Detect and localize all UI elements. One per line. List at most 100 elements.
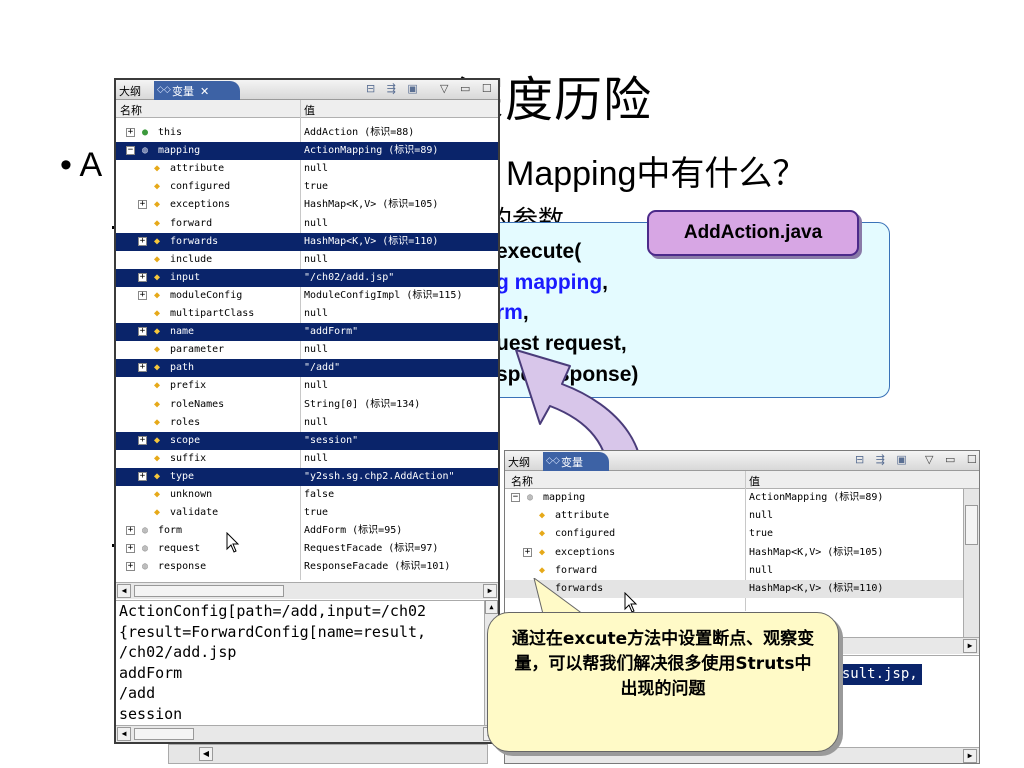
tab-outline[interactable]: 大纲 [119,83,141,99]
scroll-thumb[interactable] [134,585,284,597]
scroll-up-arrow-icon[interactable]: ▲ [485,600,498,614]
vertical-scrollbar[interactable] [963,489,979,641]
back-panel-scrollbar[interactable]: ◀ [168,744,488,764]
tree-row-forward[interactable]: ◆ forward null [116,215,498,233]
tab-variables[interactable]: ◇◇ 变量 ✕ [154,81,240,100]
scroll-left-arrow-icon[interactable]: ◀ [199,747,213,761]
table-header: 名称 值 [116,100,498,118]
tree-row-moduleConfig[interactable]: + ◆ moduleConfig ModuleConfigImpl (标识=115) [116,287,498,305]
field-icon: ◆ [154,308,161,319]
tree-row-value: ModuleConfigImpl (标识=115) [304,289,463,301]
col-name-header[interactable]: 名称 [511,473,533,489]
scroll-right-arrow-icon[interactable]: ▶ [483,584,497,598]
tree-row-include[interactable]: ◆ include null [116,251,498,269]
tree-row-name: this [158,127,183,138]
field-icon: ◆ [154,163,161,175]
tree-row-input[interactable]: + ◆ input "/ch02/add.jsp" [116,268,498,287]
tree-row-response[interactable]: + ◍ response ResponseFacade (标识=101) [116,558,498,576]
toolbar-icons[interactable]: ⊟ ⇶ ▣ [855,453,911,466]
tree-row-name: moduleConfig [170,289,243,301]
tree-row-request[interactable]: + ◍ request RequestFacade (标识=97) [116,540,498,558]
detail-pane-main[interactable]: ActionConfig[path=/add,input=/ch02 {resu… [116,600,498,725]
detail-horizontal-scrollbar[interactable]: ◀ ▶ [116,725,498,742]
tree-row-attribute[interactable]: ◆ attribute null [116,160,498,178]
tree-row-configured[interactable]: ◆ configured true [116,178,498,196]
tree-row-this[interactable]: + ● this AddAction (标识=88) [116,124,498,142]
tree-row-validate[interactable]: ◆ validate true [116,504,498,522]
toolbar-icons[interactable]: ⊟ ⇶ ▣ [366,82,422,95]
tree-row-path[interactable]: + ◆ path "/add" [116,359,498,378]
expand-icon[interactable]: + [138,363,147,373]
variable-icon: ◍ [142,543,149,555]
tree-row-unknown[interactable]: ◆ unknown false [116,486,498,504]
tree-row-value: AddAction (标识=88) [304,127,415,138]
expand-icon[interactable]: + [138,236,147,246]
expand-icon[interactable]: + [523,547,532,557]
tree-row-scope[interactable]: + ◆ scope "session" [116,431,498,450]
expand-icon[interactable]: + [138,471,147,481]
tree-row-name: input [170,271,201,283]
tab-variables[interactable]: ◇◇ 变量 [543,452,609,471]
expand-icon[interactable]: + [126,562,135,572]
expand-icon[interactable]: + [138,290,147,300]
tree-row-value: HashMap<K,V> (标识=110) [304,235,439,247]
collapse-icon[interactable]: − [126,146,135,156]
callout-bubble: 通过在excute方法中设置断点、观察变量，可以帮我们解决很多使用Struts中… [487,612,839,752]
tree-row-value: null [304,344,329,356]
tree-row-configured[interactable]: ◆ configured true [505,525,963,543]
field-icon: ◆ [154,271,161,283]
scroll-right-arrow-icon[interactable]: ▶ [963,749,977,763]
expand-icon[interactable]: + [126,128,135,137]
field-icon: ◆ [154,489,161,500]
tree-row-mapping[interactable]: − ◍ mapping ActionMapping (标识=89) [116,142,498,161]
col-value-header[interactable]: 值 [749,473,760,489]
tab-close-icon[interactable]: ✕ [200,85,209,98]
scroll-thumb[interactable] [134,728,194,740]
tree-row-forwards[interactable]: + ◆ forwards HashMap<K,V> (标识=110) [116,232,498,251]
tab-outline[interactable]: 大纲 [508,454,530,470]
field-icon: ◆ [154,452,161,464]
tree-row-attribute[interactable]: ◆ attribute null [505,507,963,525]
tree-row-roles[interactable]: ◆ roles null [116,414,498,432]
view-menu-icon[interactable]: ▽ ▭ ☐ [925,453,979,466]
tree-row-value: null [304,308,329,319]
col-value-header[interactable]: 值 [304,102,315,118]
collapse-icon[interactable]: − [511,493,520,502]
tree-row-parameter[interactable]: ◆ parameter null [116,341,498,359]
tree-row-value: RequestFacade (标识=97) [304,543,439,555]
scroll-left-arrow-icon[interactable]: ◀ [117,584,131,598]
tree-row-name[interactable]: + ◆ name "addForm" [116,323,498,342]
expand-icon[interactable]: + [138,327,147,337]
tree-row-suffix[interactable]: ◆ suffix null [116,450,498,468]
panel-tabbar: 大纲 ◇◇ 变量 ⊟ ⇶ ▣ ▽ ▭ ☐ [505,451,979,471]
expand-icon[interactable]: + [138,435,147,445]
view-menu-icon[interactable]: ▽ ▭ ☐ [440,82,496,95]
tree-row-value: null [304,217,329,229]
scroll-left-arrow-icon[interactable]: ◀ [117,727,131,741]
tree-row-name: type [170,470,195,482]
mouse-pointer-icon [624,592,638,613]
scroll-thumb[interactable] [965,505,978,545]
tree-row-prefix[interactable]: ◆ prefix null [116,377,498,395]
tree-row-exceptions[interactable]: + ◆ exceptions HashMap<K,V> (标识=105) [116,196,498,214]
field-icon: ◆ [539,510,546,522]
tree-row-type[interactable]: + ◆ type "y2ssh.sg.chp2.AddAction" [116,467,498,486]
horizontal-scrollbar[interactable]: ◀ ▶ [116,582,498,599]
tree-row-value: null [304,163,329,175]
scroll-right-arrow-icon[interactable]: ▶ [963,639,977,653]
field-icon: ◆ [154,199,161,211]
tree-row-roleNames[interactable]: ◆ roleNames String[0] (标识=134) [116,396,498,414]
expand-icon[interactable]: + [138,200,147,210]
tree-row-name: parameter [170,344,225,356]
field-icon: ◆ [539,528,546,540]
tree-row-exceptions[interactable]: + ◆ exceptions HashMap<K,V> (标识=105) [505,544,963,562]
expand-icon[interactable]: + [126,544,135,554]
tree-row-form[interactable]: + ◍ form AddForm (标识=95) [116,522,498,540]
tree-row-multipartClass[interactable]: ◆ multipartClass null [116,305,498,323]
bullet-tail: Mapping中有什么？ [506,155,807,193]
col-name-header[interactable]: 名称 [120,102,142,118]
expand-icon[interactable]: + [126,526,135,536]
tree-row-mapping[interactable]: − ◍ mapping ActionMapping (标识=89) [505,489,963,507]
field-icon: ◆ [154,380,161,392]
expand-icon[interactable]: + [138,272,147,282]
